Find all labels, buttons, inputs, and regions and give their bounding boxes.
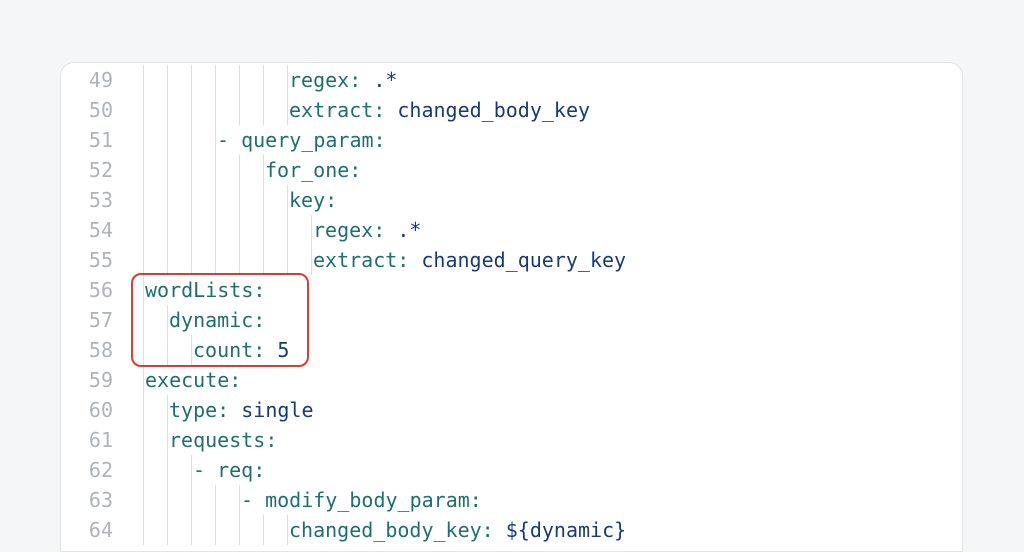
code-content[interactable]: execute:	[117, 365, 962, 395]
token: modify_body_param	[265, 488, 470, 512]
line-number: 52	[61, 155, 117, 185]
code-content[interactable]: requests:	[117, 425, 962, 455]
code-line[interactable]: 63- modify_body_param:	[61, 485, 962, 515]
token: :	[373, 98, 397, 122]
token: :	[253, 308, 265, 332]
token: :	[253, 338, 277, 362]
token: req	[217, 458, 253, 482]
code-line[interactable]: 58count: 5	[61, 335, 962, 365]
token: dynamic	[169, 308, 253, 332]
token: ${dynamic}	[506, 518, 626, 542]
code-content[interactable]: count: 5	[117, 335, 962, 365]
code-content[interactable]: extract: changed_query_key	[117, 245, 962, 275]
line-number: 56	[61, 275, 117, 305]
line-number: 53	[61, 185, 117, 215]
token: changed_body_key	[397, 98, 590, 122]
line-number: 62	[61, 455, 117, 485]
code-line[interactable]: 49regex: .*	[61, 65, 962, 95]
line-number: 49	[61, 65, 117, 95]
token: .*	[397, 218, 421, 242]
token: regex	[289, 68, 349, 92]
line-number: 50	[61, 95, 117, 125]
code-line[interactable]: 54regex: .*	[61, 215, 962, 245]
token: type	[169, 398, 217, 422]
token: single	[241, 398, 313, 422]
code-content[interactable]: - modify_body_param:	[117, 485, 962, 515]
code-content[interactable]: extract: changed_body_key	[117, 95, 962, 125]
token: :	[265, 428, 277, 452]
token: :	[482, 518, 506, 542]
token: count	[193, 338, 253, 362]
token: .*	[373, 68, 397, 92]
code-line[interactable]: 61requests:	[61, 425, 962, 455]
token: :	[373, 218, 397, 242]
code-content[interactable]: regex: .*	[117, 65, 962, 95]
token: :	[217, 398, 241, 422]
code-line[interactable]: 55extract: changed_query_key	[61, 245, 962, 275]
token: :	[253, 278, 265, 302]
token: wordLists	[145, 278, 253, 302]
code-line[interactable]: 56wordLists:	[61, 275, 962, 305]
token: for_one	[265, 158, 349, 182]
token: query_param	[241, 128, 373, 152]
token: :	[374, 128, 386, 152]
line-number: 54	[61, 215, 117, 245]
token: :	[349, 68, 373, 92]
code-content[interactable]: key:	[117, 185, 962, 215]
token: -	[217, 128, 241, 152]
token: execute	[145, 368, 229, 392]
line-number: 60	[61, 395, 117, 425]
code-content[interactable]: wordLists:	[117, 275, 962, 305]
code-line[interactable]: 59execute:	[61, 365, 962, 395]
code-line[interactable]: 50extract: changed_body_key	[61, 95, 962, 125]
code-area[interactable]: 49regex: .*50extract: changed_body_key51…	[61, 63, 962, 545]
code-line[interactable]: 51- query_param:	[61, 125, 962, 155]
code-content[interactable]: - query_param:	[117, 125, 962, 155]
token: changed_query_key	[421, 248, 626, 272]
line-number: 61	[61, 425, 117, 455]
code-content[interactable]: type: single	[117, 395, 962, 425]
token: regex	[313, 218, 373, 242]
token: requests	[169, 428, 265, 452]
line-number: 63	[61, 485, 117, 515]
token: :	[470, 488, 482, 512]
token: extract	[313, 248, 397, 272]
code-content[interactable]: dynamic:	[117, 305, 962, 335]
token: extract	[289, 98, 373, 122]
token: :	[229, 368, 241, 392]
code-panel: 49regex: .*50extract: changed_body_key51…	[60, 62, 963, 552]
token: changed_body_key	[289, 518, 482, 542]
line-number: 51	[61, 125, 117, 155]
token: -	[241, 488, 265, 512]
token: :	[397, 248, 421, 272]
code-content[interactable]: changed_body_key: ${dynamic}	[117, 515, 962, 545]
code-line[interactable]: 53key:	[61, 185, 962, 215]
line-number: 57	[61, 305, 117, 335]
code-content[interactable]: regex: .*	[117, 215, 962, 245]
code-content[interactable]: - req:	[117, 455, 962, 485]
code-line[interactable]: 52for_one:	[61, 155, 962, 185]
code-line[interactable]: 60type: single	[61, 395, 962, 425]
code-line[interactable]: 62- req:	[61, 455, 962, 485]
code-line[interactable]: 64changed_body_key: ${dynamic}	[61, 515, 962, 545]
code-line[interactable]: 57dynamic:	[61, 305, 962, 335]
token: key	[289, 188, 325, 212]
token: :	[325, 188, 337, 212]
token: -	[193, 458, 217, 482]
token: :	[349, 158, 361, 182]
line-number: 59	[61, 365, 117, 395]
code-content[interactable]: for_one:	[117, 155, 962, 185]
token: 5	[277, 338, 289, 362]
line-number: 55	[61, 245, 117, 275]
line-number: 64	[61, 515, 117, 545]
line-number: 58	[61, 335, 117, 365]
token: :	[253, 458, 265, 482]
